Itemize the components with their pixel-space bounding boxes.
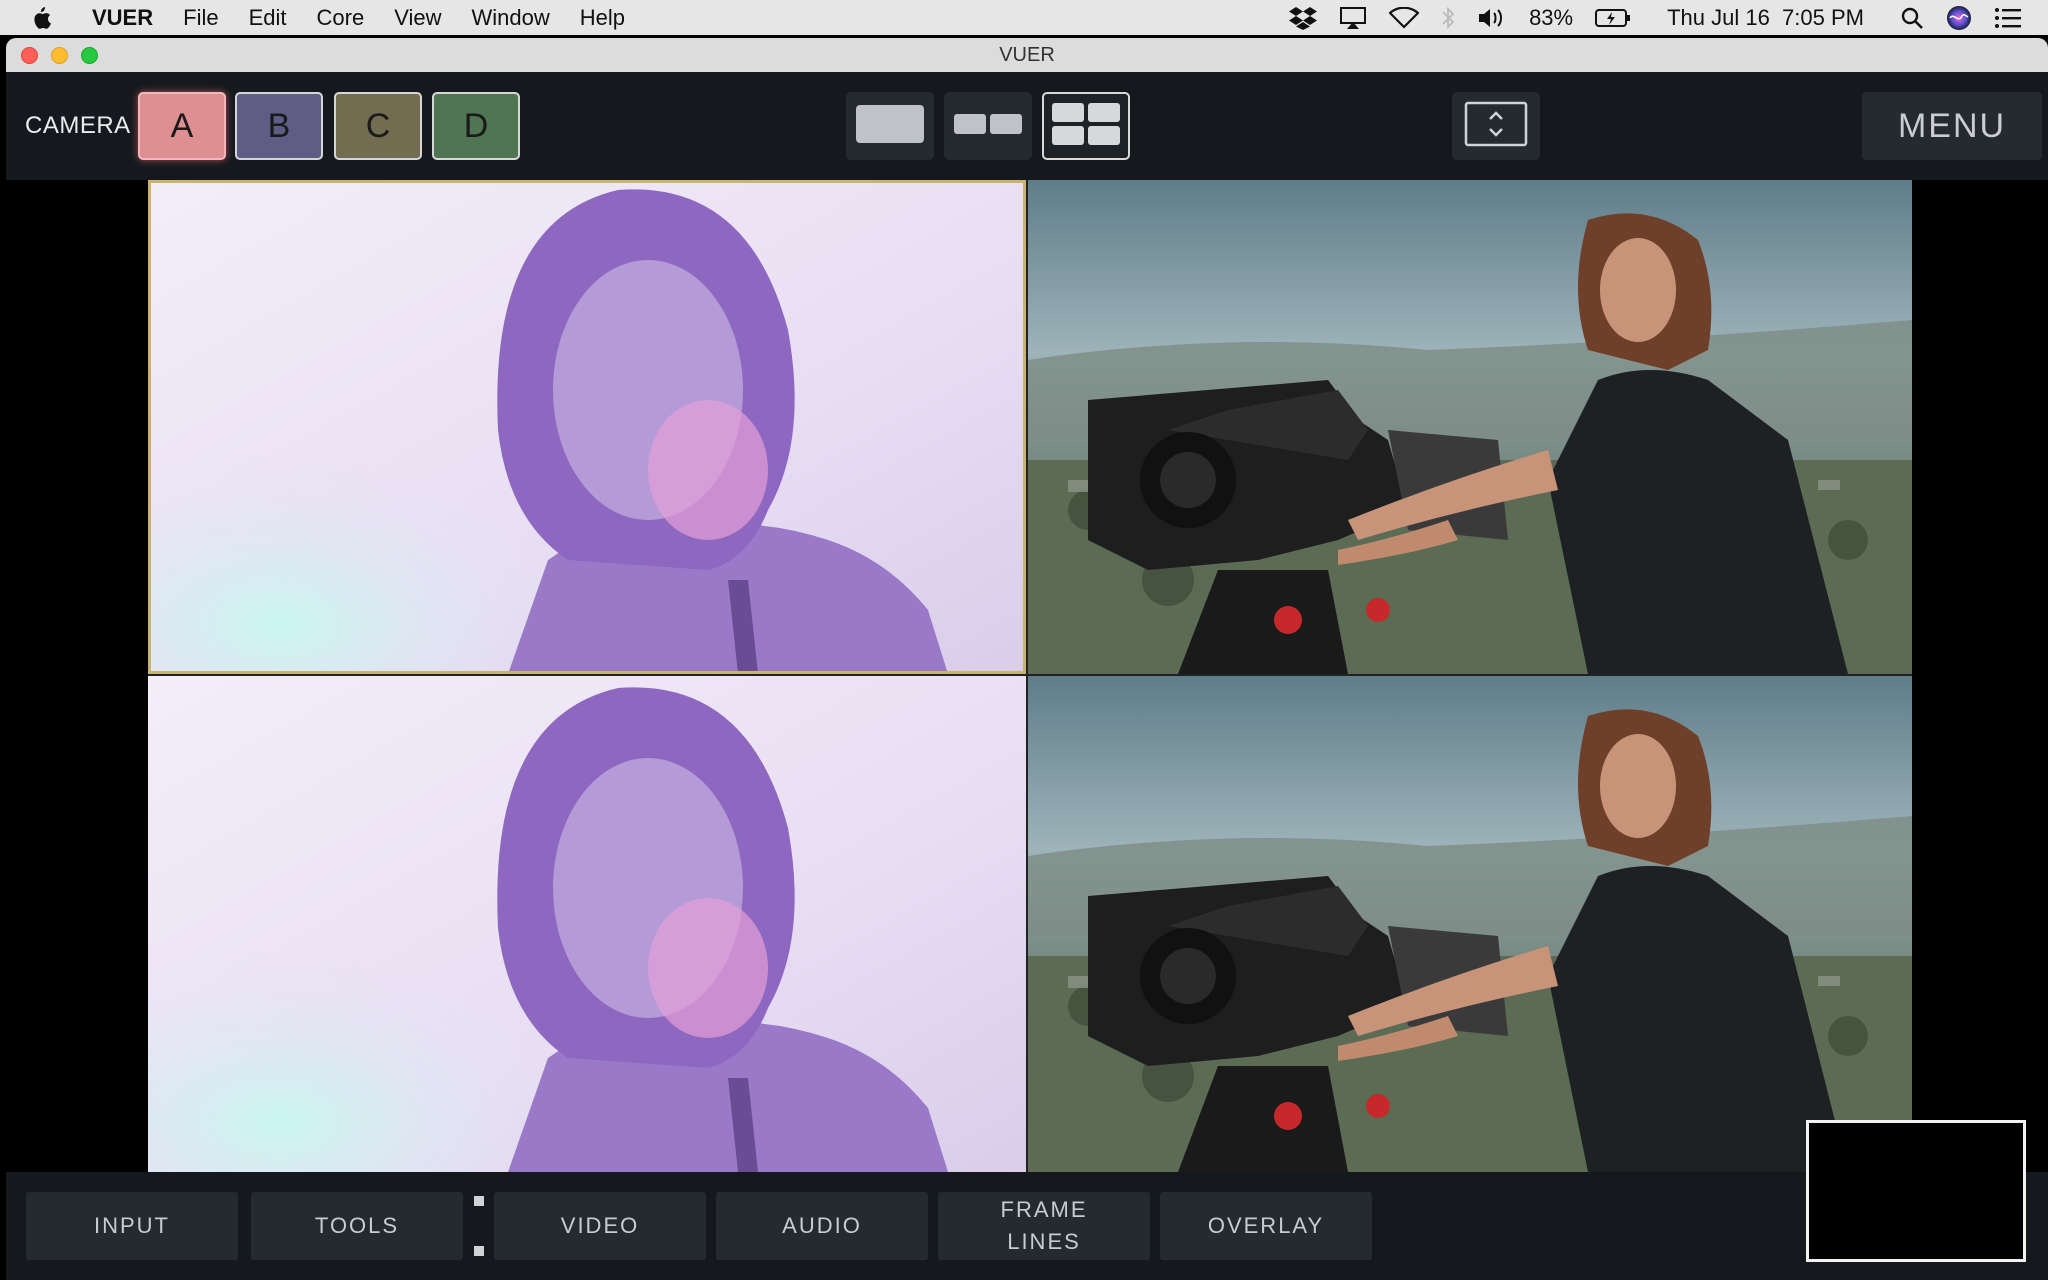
window-title: VUER xyxy=(999,43,1055,66)
tab-audio[interactable]: AUDIO xyxy=(716,1192,928,1260)
quad-grid xyxy=(148,180,1912,1172)
camera-c-feed[interactable] xyxy=(148,676,1026,1172)
camera-b-button[interactable]: B xyxy=(235,92,323,160)
dual-view-icon xyxy=(954,113,1022,139)
dual-view-button[interactable] xyxy=(944,92,1032,160)
airplay-icon[interactable] xyxy=(1339,6,1367,30)
fit-toggle-button[interactable] xyxy=(1452,92,1540,160)
camera-label: CAMERA xyxy=(25,112,131,139)
window-minimize-button[interactable] xyxy=(51,46,68,64)
battery-icon[interactable] xyxy=(1595,8,1631,28)
menu-window[interactable]: Window xyxy=(471,5,549,31)
single-view-button[interactable] xyxy=(846,92,934,160)
tab-tools[interactable]: TOOLS xyxy=(251,1192,463,1260)
menu-edit[interactable]: Edit xyxy=(249,5,287,31)
app-toolbar: CAMERA A B C D MENU xyxy=(6,72,2048,180)
wifi-icon[interactable] xyxy=(1389,6,1420,29)
bluetooth-icon[interactable] xyxy=(1441,6,1455,30)
quad-view-button[interactable] xyxy=(1042,92,1130,160)
camera-b-feed[interactable] xyxy=(1028,180,1912,674)
dropbox-icon[interactable] xyxy=(1289,6,1318,30)
tab-frame-lines[interactable]: FRAME LINES xyxy=(938,1192,1150,1260)
bottom-tab-bar: INPUT TOOLS VIDEO AUDIO FRAME LINES OVER… xyxy=(6,1172,2048,1280)
fit-toggle-icon xyxy=(1464,101,1528,152)
tab-video[interactable]: VIDEO xyxy=(494,1192,706,1260)
menu-core[interactable]: Core xyxy=(317,5,365,31)
menu-view[interactable]: View xyxy=(394,5,441,31)
window-close-button[interactable] xyxy=(21,46,38,64)
single-view-icon xyxy=(856,104,924,148)
quad-view-icon xyxy=(1052,102,1120,150)
siri-icon[interactable] xyxy=(1946,5,1972,31)
tab-overlay[interactable]: OVERLAY xyxy=(1160,1192,1372,1260)
video-viewer xyxy=(6,180,2048,1172)
menu-button[interactable]: MENU xyxy=(1862,92,2042,160)
search-icon[interactable] xyxy=(1900,6,1924,30)
notification-center-icon[interactable] xyxy=(1994,7,2022,29)
apple-menu-icon[interactable] xyxy=(30,5,70,31)
volume-icon[interactable] xyxy=(1477,7,1507,29)
camera-c-button[interactable]: C xyxy=(334,92,422,160)
camera-a-button[interactable]: A xyxy=(138,92,226,160)
macos-menu-bar: VUER File Edit Core View Window Help 83%… xyxy=(0,0,2048,35)
tab-input[interactable]: INPUT xyxy=(26,1192,238,1260)
battery-percent: 83% xyxy=(1529,4,1574,30)
menubar-clock[interactable]: Thu Jul 16 7:05 PM xyxy=(1667,5,1864,31)
camera-d-button[interactable]: D xyxy=(432,92,520,160)
tab-group-divider xyxy=(474,1196,484,1256)
window-title-bar[interactable]: VUER xyxy=(6,38,2048,72)
menu-help[interactable]: Help xyxy=(580,5,625,31)
menu-app-name[interactable]: VUER xyxy=(92,5,153,31)
camera-a-feed[interactable] xyxy=(148,180,1026,674)
window-zoom-button[interactable] xyxy=(81,46,98,64)
mini-preview-window[interactable] xyxy=(1806,1120,2026,1262)
menu-file[interactable]: File xyxy=(183,5,218,31)
camera-d-feed[interactable] xyxy=(1028,676,1912,1172)
